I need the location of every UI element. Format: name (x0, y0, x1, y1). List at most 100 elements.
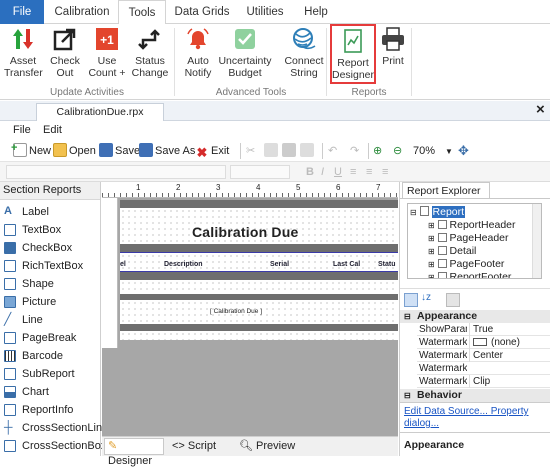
toolbox-item-barcode[interactable]: Barcode (0, 347, 100, 365)
toolbox-item-textbox[interactable]: TextBox (0, 221, 100, 239)
zoom-in-icon[interactable]: ⊕ (373, 143, 382, 159)
cut-icon[interactable]: ✂ (246, 143, 255, 159)
tree-item-reportfooter[interactable]: ⊞ ReportFooter (428, 271, 511, 278)
toolbox-item-line[interactable]: ╱ Line (0, 311, 100, 329)
print-button[interactable]: Print (379, 26, 407, 67)
report-designer-button[interactable]: Report Designer (330, 24, 376, 84)
toolbox-item-chart[interactable]: Chart (0, 383, 100, 401)
font-name-combo[interactable] (6, 165, 226, 179)
property-row[interactable]: WatermarkACenter (417, 349, 550, 362)
tab-utilities[interactable]: Utilities (240, 0, 290, 24)
open-button[interactable]: Open (53, 143, 96, 159)
use-count-button[interactable]: +1 Use Count + (87, 26, 127, 79)
asset-transfer-button[interactable]: Asset Transfer (4, 26, 43, 79)
report-title-textbox[interactable]: Calibration Due (192, 224, 298, 240)
toolbox-item-richtextbox[interactable]: RichTextBox (0, 257, 100, 275)
bold-icon[interactable]: B (306, 164, 314, 180)
toolbox-item-picture[interactable]: Picture (0, 293, 100, 311)
report-footer-section[interactable] (120, 331, 398, 340)
delete-icon[interactable] (300, 143, 316, 159)
property-row[interactable]: Watermark (none) (417, 336, 550, 349)
status-change-label-2: Change (131, 67, 169, 79)
align-left-icon[interactable]: ≡ (350, 164, 356, 180)
report-explorer-tree[interactable]: ⊟ Report ⊞ ReportHeader ⊞ PageHeader ⊞ D… (407, 203, 542, 279)
tree-item-pagefooter[interactable]: ⊞ PageFooter (428, 258, 504, 270)
tab-help[interactable]: Help (298, 0, 334, 24)
property-grid[interactable]: ⊟ Appearance ShowParamTrue Watermark (none… (400, 310, 550, 390)
exit-button[interactable]: ✖ Exit (195, 143, 230, 160)
toolbox-item-crosssectionline[interactable]: ┼ CrossSectionLine (0, 419, 108, 437)
menu-file[interactable]: File (13, 124, 31, 136)
connect-string-button[interactable]: Connect String (283, 26, 325, 79)
tab-file[interactable]: File (0, 0, 44, 24)
close-icon[interactable]: × (536, 102, 545, 118)
toolbox-item-label[interactable]: A Label (0, 203, 100, 221)
tab-calibration[interactable]: Calibration (52, 0, 112, 24)
column-header[interactable]: Serial (270, 261, 289, 268)
align-right-icon[interactable]: ≡ (382, 164, 388, 180)
page-footer-field[interactable]: [ Calibration Due ] (210, 308, 262, 315)
section-band-page-header[interactable] (120, 244, 398, 252)
column-header[interactable]: Statu (378, 261, 396, 268)
section-band-report-footer[interactable] (120, 324, 398, 331)
save-button[interactable]: Save (99, 143, 140, 159)
tree-item-reportheader[interactable]: ⊞ ReportHeader (428, 219, 516, 231)
report-design-surface[interactable]: 1 2 3 4 5 6 7 Calibration Due el Descrip… (102, 182, 398, 436)
tab-script[interactable]: <> Script (172, 439, 216, 454)
document-tab[interactable]: CalibrationDue.rpx (36, 103, 164, 121)
property-category-appearance[interactable]: ⊟ Appearance (400, 310, 550, 323)
zoom-out-icon[interactable]: ⊖ (393, 143, 402, 159)
property-row[interactable]: ShowParamTrue (417, 323, 550, 336)
underline-icon[interactable]: U (334, 164, 342, 180)
save-as-button[interactable]: Save As (139, 143, 195, 159)
detail-section[interactable] (120, 280, 398, 294)
paste-icon[interactable] (282, 143, 298, 159)
edit-data-source-links[interactable]: Edit Data Source... Property dialog... (404, 406, 548, 430)
tab-designer[interactable]: ✎ Designer (104, 438, 164, 467)
zoom-select[interactable]: 70% ▼ (413, 143, 453, 160)
toolbox-item-crosssectionbox[interactable]: CrossSectionBox (0, 437, 106, 455)
report-header-section[interactable]: Calibration Due (120, 208, 398, 244)
section-band-report-header[interactable] (120, 200, 398, 208)
categorized-icon[interactable] (404, 293, 418, 307)
column-header[interactable]: el (120, 261, 126, 268)
copy-icon[interactable] (264, 143, 280, 159)
redo-icon[interactable]: ↷ (350, 143, 359, 159)
font-size-combo[interactable] (230, 165, 290, 179)
auto-notify-button[interactable]: Auto Notify (179, 26, 217, 79)
fit-page-icon[interactable]: ✥ (458, 143, 469, 159)
tree-scrollbar[interactable] (532, 204, 541, 278)
section-band-detail[interactable] (120, 272, 398, 280)
column-header[interactable]: Last Cal (333, 261, 360, 268)
column-header[interactable]: Description (164, 261, 203, 268)
toolbox-item-reportinfo[interactable]: ReportInfo (0, 401, 100, 419)
tree-item-detail[interactable]: ⊞ Detail (428, 245, 476, 257)
page-footer-section[interactable]: [ Calibration Due ] (120, 300, 398, 324)
undo-icon[interactable]: ↶ (328, 143, 337, 159)
property-pages-icon[interactable] (446, 293, 460, 307)
toolbox-item-checkbox[interactable]: CheckBox (0, 239, 100, 257)
report-explorer-tab[interactable]: Report Explorer (402, 182, 490, 199)
tree-item-pageheader[interactable]: ⊞ PageHeader (428, 232, 509, 244)
toolbox-item-subreport[interactable]: SubReport (0, 365, 100, 383)
new-button[interactable]: + New (11, 142, 51, 159)
property-category-behavior[interactable]: ⊟ Behavior (400, 389, 550, 402)
toolbox-item-shape[interactable]: Shape (0, 275, 100, 293)
align-center-icon[interactable]: ≡ (366, 164, 372, 180)
menu-edit[interactable]: Edit (43, 124, 62, 136)
property-row[interactable]: WatermarkP (417, 362, 550, 375)
tab-data-grids[interactable]: Data Grids (172, 0, 232, 24)
alphabetical-icon[interactable]: ↓z (421, 292, 431, 303)
horizontal-ruler: 1 2 3 4 5 6 7 (102, 182, 398, 198)
italic-icon[interactable]: I (321, 164, 324, 180)
property-row[interactable]: WatermarkSClip (417, 375, 550, 388)
page-header-section[interactable]: el Description Serial Last Cal Statu (120, 252, 398, 272)
uncertainty-budget-button[interactable]: Uncertainty Budget (218, 26, 272, 79)
open-label: Open (69, 145, 96, 157)
toolbox-item-pagebreak[interactable]: PageBreak (0, 329, 100, 347)
tab-preview[interactable]: 🔍︎ Preview (239, 439, 295, 454)
status-change-button[interactable]: Status Change (130, 26, 170, 79)
check-out-button[interactable]: Check Out (46, 26, 84, 79)
tree-root[interactable]: ⊟ Report (410, 206, 466, 218)
tab-tools[interactable]: Tools (118, 0, 166, 25)
